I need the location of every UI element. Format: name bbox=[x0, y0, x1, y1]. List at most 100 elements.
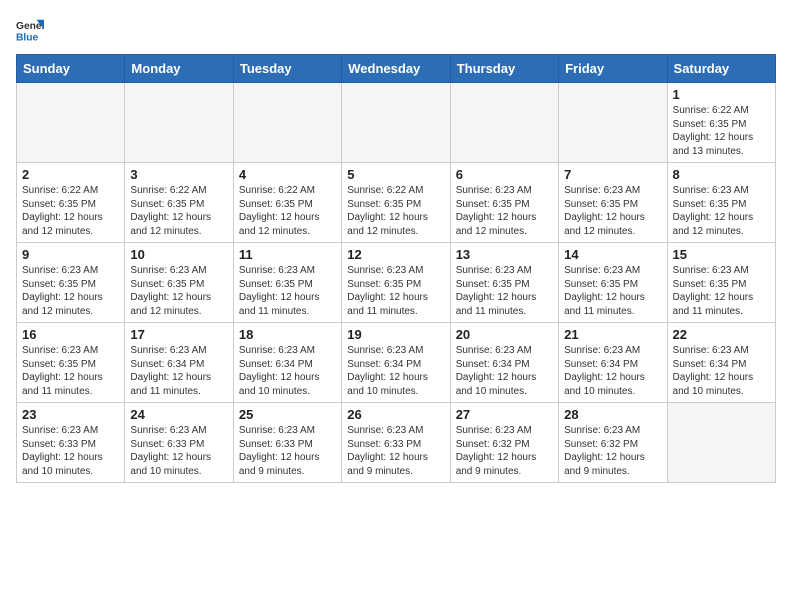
week-row-2: 2 Sunrise: 6:22 AM Sunset: 6:35 PM Daylig… bbox=[17, 163, 776, 243]
calendar-cell: 27 Sunrise: 6:23 AM Sunset: 6:32 PM Dayli… bbox=[450, 403, 558, 483]
weekday-header-monday: Monday bbox=[125, 55, 233, 83]
day-number: 10 bbox=[130, 247, 227, 262]
day-info: Sunrise: 6:23 AM Sunset: 6:35 PM Dayligh… bbox=[22, 264, 119, 318]
day-number: 25 bbox=[239, 407, 336, 422]
calendar-cell: 5 Sunrise: 6:22 AM Sunset: 6:35 PM Daylig… bbox=[342, 163, 450, 243]
day-info: Sunrise: 6:22 AM Sunset: 6:35 PM Dayligh… bbox=[22, 184, 119, 238]
weekday-header-row: SundayMondayTuesdayWednesdayThursdayFrid… bbox=[17, 55, 776, 83]
weekday-header-sunday: Sunday bbox=[17, 55, 125, 83]
calendar-cell: 7 Sunrise: 6:23 AM Sunset: 6:35 PM Daylig… bbox=[559, 163, 667, 243]
day-info: Sunrise: 6:23 AM Sunset: 6:33 PM Dayligh… bbox=[22, 424, 119, 478]
day-number: 7 bbox=[564, 167, 661, 182]
day-number: 16 bbox=[22, 327, 119, 342]
day-info: Sunrise: 6:23 AM Sunset: 6:34 PM Dayligh… bbox=[456, 344, 553, 398]
day-info: Sunrise: 6:23 AM Sunset: 6:34 PM Dayligh… bbox=[673, 344, 770, 398]
weekday-header-tuesday: Tuesday bbox=[233, 55, 341, 83]
day-number: 9 bbox=[22, 247, 119, 262]
calendar-cell: 28Sunrise: 6:23 AM Sunset: 6:32 PM Dayli… bbox=[559, 403, 667, 483]
calendar-cell: 18Sunrise: 6:23 AM Sunset: 6:34 PM Dayli… bbox=[233, 323, 341, 403]
calendar-cell: 15 Sunrise: 6:23 AM Sunset: 6:35 PM Dayli… bbox=[667, 243, 775, 323]
calendar-cell: 16 Sunrise: 6:23 AM Sunset: 6:35 PM Dayli… bbox=[17, 323, 125, 403]
calendar-cell bbox=[667, 403, 775, 483]
calendar-cell: 20 Sunrise: 6:23 AM Sunset: 6:34 PM Dayli… bbox=[450, 323, 558, 403]
day-number: 2 bbox=[22, 167, 119, 182]
calendar-cell: 11 Sunrise: 6:23 AM Sunset: 6:35 PM Dayli… bbox=[233, 243, 341, 323]
weekday-header-friday: Friday bbox=[559, 55, 667, 83]
day-info: Sunrise: 6:23 AM Sunset: 6:33 PM Dayligh… bbox=[130, 424, 227, 478]
day-info: Sunrise: 6:23 AM Sunset: 6:35 PM Dayligh… bbox=[564, 184, 661, 238]
calendar-cell: 13 Sunrise: 6:23 AM Sunset: 6:35 PM Dayli… bbox=[450, 243, 558, 323]
day-info: Sunrise: 6:23 AM Sunset: 6:33 PM Dayligh… bbox=[239, 424, 336, 478]
day-number: 21 bbox=[564, 327, 661, 342]
weekday-header-saturday: Saturday bbox=[667, 55, 775, 83]
day-number: 13 bbox=[456, 247, 553, 262]
day-number: 14 bbox=[564, 247, 661, 262]
day-info: Sunrise: 6:22 AM Sunset: 6:35 PM Dayligh… bbox=[673, 104, 770, 158]
calendar-cell: 14 Sunrise: 6:23 AM Sunset: 6:35 PM Dayli… bbox=[559, 243, 667, 323]
calendar-cell bbox=[17, 83, 125, 163]
day-info: Sunrise: 6:23 AM Sunset: 6:34 PM Dayligh… bbox=[130, 344, 227, 398]
day-info: Sunrise: 6:23 AM Sunset: 6:34 PM Dayligh… bbox=[564, 344, 661, 398]
day-info: Sunrise: 6:23 AM Sunset: 6:35 PM Dayligh… bbox=[347, 264, 444, 318]
calendar-table: SundayMondayTuesdayWednesdayThursdayFrid… bbox=[16, 54, 776, 483]
day-info: Sunrise: 6:22 AM Sunset: 6:35 PM Dayligh… bbox=[239, 184, 336, 238]
day-number: 1 bbox=[673, 87, 770, 102]
day-number: 8 bbox=[673, 167, 770, 182]
day-number: 4 bbox=[239, 167, 336, 182]
day-number: 17 bbox=[130, 327, 227, 342]
calendar-cell: 3 Sunrise: 6:22 AM Sunset: 6:35 PM Daylig… bbox=[125, 163, 233, 243]
day-number: 20 bbox=[456, 327, 553, 342]
calendar-cell: 9 Sunrise: 6:23 AM Sunset: 6:35 PM Daylig… bbox=[17, 243, 125, 323]
calendar-cell: 21 Sunrise: 6:23 AM Sunset: 6:34 PM Dayli… bbox=[559, 323, 667, 403]
day-number: 6 bbox=[456, 167, 553, 182]
calendar-cell: 19 Sunrise: 6:23 AM Sunset: 6:34 PM Dayli… bbox=[342, 323, 450, 403]
day-info: Sunrise: 6:22 AM Sunset: 6:35 PM Dayligh… bbox=[347, 184, 444, 238]
weekday-header-thursday: Thursday bbox=[450, 55, 558, 83]
day-number: 22 bbox=[673, 327, 770, 342]
day-number: 19 bbox=[347, 327, 444, 342]
day-info: Sunrise: 6:23 AM Sunset: 6:34 PM Dayligh… bbox=[347, 344, 444, 398]
day-info: Sunrise: 6:23 AM Sunset: 6:35 PM Dayligh… bbox=[456, 264, 553, 318]
week-row-5: 23 Sunrise: 6:23 AM Sunset: 6:33 PM Dayli… bbox=[17, 403, 776, 483]
day-info: Sunrise: 6:23 AM Sunset: 6:33 PM Dayligh… bbox=[347, 424, 444, 478]
day-info: Sunrise: 6:23 AM Sunset: 6:35 PM Dayligh… bbox=[22, 344, 119, 398]
day-number: 15 bbox=[673, 247, 770, 262]
calendar-cell bbox=[450, 83, 558, 163]
calendar-cell bbox=[233, 83, 341, 163]
calendar-cell: 8 Sunrise: 6:23 AM Sunset: 6:35 PM Daylig… bbox=[667, 163, 775, 243]
logo: General Blue bbox=[16, 16, 44, 44]
calendar-cell bbox=[342, 83, 450, 163]
calendar-cell: 12 Sunrise: 6:23 AM Sunset: 6:35 PM Dayli… bbox=[342, 243, 450, 323]
calendar-cell: 1 Sunrise: 6:22 AM Sunset: 6:35 PM Daylig… bbox=[667, 83, 775, 163]
calendar-cell: 24Sunrise: 6:23 AM Sunset: 6:33 PM Dayli… bbox=[125, 403, 233, 483]
calendar-cell: 2 Sunrise: 6:22 AM Sunset: 6:35 PM Daylig… bbox=[17, 163, 125, 243]
calendar-cell: 25 Sunrise: 6:23 AM Sunset: 6:33 PM Dayli… bbox=[233, 403, 341, 483]
day-number: 3 bbox=[130, 167, 227, 182]
calendar-cell: 4 Sunrise: 6:22 AM Sunset: 6:35 PM Daylig… bbox=[233, 163, 341, 243]
svg-text:Blue: Blue bbox=[16, 32, 39, 43]
day-number: 26 bbox=[347, 407, 444, 422]
logo-icon: General Blue bbox=[16, 16, 44, 44]
week-row-1: 1 Sunrise: 6:22 AM Sunset: 6:35 PM Daylig… bbox=[17, 83, 776, 163]
day-number: 12 bbox=[347, 247, 444, 262]
day-number: 11 bbox=[239, 247, 336, 262]
day-number: 23 bbox=[22, 407, 119, 422]
day-info: Sunrise: 6:23 AM Sunset: 6:35 PM Dayligh… bbox=[673, 184, 770, 238]
calendar-cell: 22 Sunrise: 6:23 AM Sunset: 6:34 PM Dayli… bbox=[667, 323, 775, 403]
calendar-cell: 17 Sunrise: 6:23 AM Sunset: 6:34 PM Dayli… bbox=[125, 323, 233, 403]
day-info: Sunrise: 6:23 AM Sunset: 6:35 PM Dayligh… bbox=[564, 264, 661, 318]
day-info: Sunrise: 6:22 AM Sunset: 6:35 PM Dayligh… bbox=[130, 184, 227, 238]
calendar-cell bbox=[125, 83, 233, 163]
day-info: Sunrise: 6:23 AM Sunset: 6:35 PM Dayligh… bbox=[673, 264, 770, 318]
calendar-cell: 6 Sunrise: 6:23 AM Sunset: 6:35 PM Daylig… bbox=[450, 163, 558, 243]
day-info: Sunrise: 6:23 AM Sunset: 6:35 PM Dayligh… bbox=[239, 264, 336, 318]
week-row-3: 9 Sunrise: 6:23 AM Sunset: 6:35 PM Daylig… bbox=[17, 243, 776, 323]
day-info: Sunrise: 6:23 AM Sunset: 6:32 PM Dayligh… bbox=[456, 424, 553, 478]
day-info: Sunrise: 6:23 AM Sunset: 6:32 PM Dayligh… bbox=[564, 424, 661, 478]
page-header: General Blue bbox=[16, 16, 776, 44]
calendar-cell: 23 Sunrise: 6:23 AM Sunset: 6:33 PM Dayli… bbox=[17, 403, 125, 483]
day-info: Sunrise: 6:23 AM Sunset: 6:35 PM Dayligh… bbox=[456, 184, 553, 238]
day-number: 18 bbox=[239, 327, 336, 342]
day-number: 5 bbox=[347, 167, 444, 182]
day-number: 27 bbox=[456, 407, 553, 422]
